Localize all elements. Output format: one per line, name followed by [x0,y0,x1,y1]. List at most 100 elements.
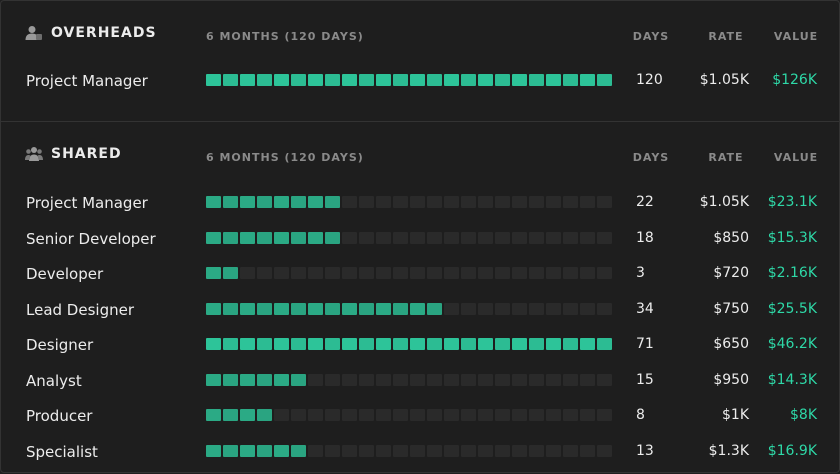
bar-segment [376,302,391,315]
bar-segment [546,267,561,279]
allocation-bar [206,267,612,279]
bar-segment [410,74,425,86]
bar-segment [325,444,340,457]
overheads-section: OVERHEADS 6 MONTHS (120 DAYS) DAYS RATE … [1,1,839,122]
bar-segment [478,267,493,279]
bar-segment [240,409,255,421]
total-value: $16.9K [767,442,817,459]
bar-segment [546,74,561,86]
resource-label: Developer [26,265,104,283]
rate-value: $1K [722,407,749,423]
overheads-period: 6 MONTHS (120 DAYS) [206,30,364,43]
bar-segment [274,409,289,421]
bar-segment [325,302,340,315]
bar-segment [495,338,510,350]
bar-segment [563,302,578,315]
bar-segment [580,74,595,86]
bar-segment [223,409,238,421]
allocation-bar [206,302,612,315]
bar-segment [308,231,323,244]
bar-segment [444,74,459,86]
bar-segment [257,409,272,421]
resource-row[interactable]: Senior Developer 18 $850 $15.3K [1,227,839,251]
bar-segment [359,302,374,315]
bar-segment [291,302,306,315]
bar-segment [291,444,306,457]
bar-segment [461,196,476,208]
resource-row[interactable]: Producer 8 $1K $8K [1,404,839,428]
shared-header: SHARED [25,146,122,162]
bar-segment [240,267,255,279]
bar-segment [410,338,425,350]
bar-segment [342,444,357,457]
bar-segment [342,267,357,279]
rate-value: $1.05K [699,194,749,210]
bar-segment [223,302,238,315]
bar-segment [359,267,374,279]
resource-row[interactable]: Project Manager 120 $1.05K $126K [1,69,839,93]
resource-label: Project Manager [26,194,148,212]
resource-row[interactable]: Designer 71 $650 $46.2K [1,333,839,357]
bar-segment [495,302,510,315]
bar-segment [546,302,561,315]
bar-segment [342,409,357,421]
bar-segment [342,302,357,315]
bar-segment [580,409,595,421]
total-value: $126K [772,72,817,88]
bar-segment [427,302,442,315]
bar-segment [206,409,221,421]
allocation-bar [206,409,612,421]
resource-row[interactable]: Project Manager 22 $1.05K $23.1K [1,191,839,215]
bar-segment [274,196,289,208]
rate-value: $720 [713,265,749,281]
allocation-bar [206,231,612,244]
allocation-bar [206,196,612,208]
bar-segment [342,373,357,386]
resource-label: Designer [26,336,94,354]
shared-rate-header: RATE [708,151,744,164]
bar-segment [206,196,221,208]
bar-segment [257,231,272,244]
bar-segment [376,231,391,244]
rate-value: $850 [713,229,749,246]
bar-segment [478,74,493,86]
bar-segment [257,267,272,279]
rate-value: $650 [713,336,749,352]
bar-segment [546,373,561,386]
bar-segment [563,74,578,86]
overheads-value-header: VALUE [773,30,819,43]
bar-segment [580,444,595,457]
bar-segment [529,338,544,350]
resource-row[interactable]: Analyst 15 $950 $14.3K [1,369,839,393]
bar-segment [410,196,425,208]
allocation-bar [206,74,612,86]
resource-row[interactable]: Developer 3 $720 $2.16K [1,262,839,286]
days-value: 22 [636,194,654,210]
bar-segment [291,231,306,244]
bar-segment [359,373,374,386]
bar-segment [512,196,527,208]
bar-segment [444,196,459,208]
bar-segment [376,338,391,350]
bar-segment [461,302,476,315]
bar-segment [291,267,306,279]
bar-segment [495,196,510,208]
bar-segment [342,231,357,244]
bar-segment [393,409,408,421]
bar-segment [308,74,323,86]
bar-segment [376,74,391,86]
resource-label: Senior Developer [26,229,156,248]
bar-segment [206,373,221,386]
resource-row[interactable]: Lead Designer 34 $750 $25.5K [1,298,839,322]
resource-row[interactable]: Specialist 13 $1.3K $16.9K [1,440,839,464]
bar-segment [444,444,459,457]
bar-segment [563,444,578,457]
bar-segment [291,74,306,86]
rate-value: $1.3K [708,442,749,459]
allocation-bar [206,373,612,386]
bar-segment [427,231,442,244]
bar-segment [291,196,306,208]
bar-segment [223,444,238,457]
bar-segment [240,74,255,86]
bar-segment [410,409,425,421]
